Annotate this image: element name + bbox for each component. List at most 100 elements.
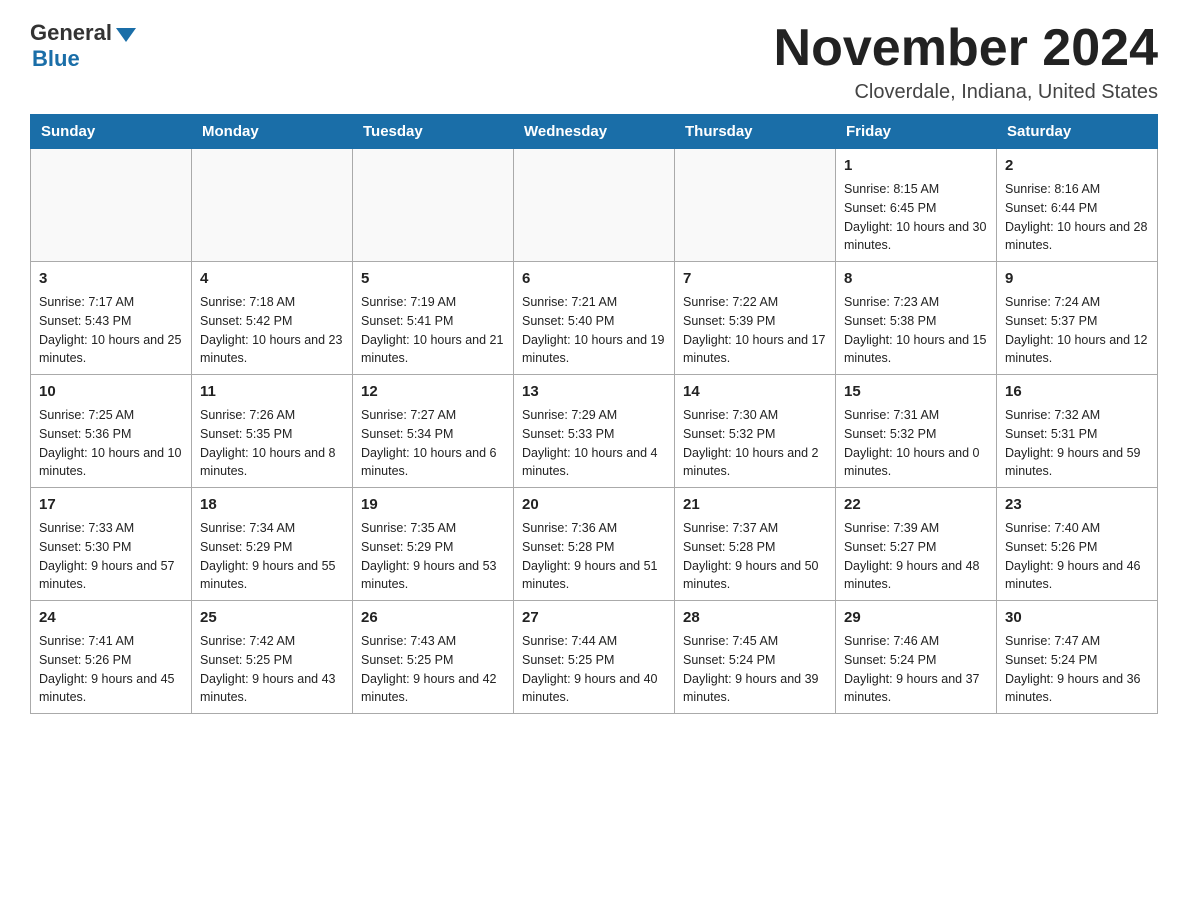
day-number: 10 (39, 381, 183, 402)
calendar-cell: 13Sunrise: 7:29 AM Sunset: 5:33 PM Dayli… (514, 375, 675, 488)
calendar-day-header: Thursday (675, 115, 836, 149)
calendar-day-header: Sunday (31, 115, 192, 149)
day-number: 11 (200, 381, 344, 402)
day-info: Sunrise: 7:33 AM Sunset: 5:30 PM Dayligh… (39, 519, 183, 594)
day-number: 6 (522, 268, 666, 289)
calendar-cell: 3Sunrise: 7:17 AM Sunset: 5:43 PM Daylig… (31, 262, 192, 375)
day-number: 2 (1005, 155, 1149, 176)
day-number: 8 (844, 268, 988, 289)
calendar-cell: 9 Sunrise: 7:24 AM Sunset: 5:37 PM Daylig… (997, 262, 1158, 375)
day-info: Sunrise: 7:30 AM Sunset: 5:32 PM Dayligh… (683, 406, 827, 481)
day-number: 23 (1005, 494, 1149, 515)
logo: General Blue (30, 20, 136, 72)
day-info: Sunrise: 7:45 AM Sunset: 5:24 PM Dayligh… (683, 632, 827, 707)
day-number: 29 (844, 607, 988, 628)
day-number: 25 (200, 607, 344, 628)
calendar-cell: 2Sunrise: 8:16 AM Sunset: 6:44 PM Daylig… (997, 149, 1158, 262)
day-number: 20 (522, 494, 666, 515)
day-info: Sunrise: 7:22 AM Sunset: 5:39 PM Dayligh… (683, 293, 827, 368)
day-info: Sunrise: 7:32 AM Sunset: 5:31 PM Dayligh… (1005, 406, 1149, 481)
day-info: Sunrise: 7:42 AM Sunset: 5:25 PM Dayligh… (200, 632, 344, 707)
day-number: 3 (39, 268, 183, 289)
day-number: 30 (1005, 607, 1149, 628)
day-info: Sunrise: 7:44 AM Sunset: 5:25 PM Dayligh… (522, 632, 666, 707)
calendar-cell: 28 Sunrise: 7:45 AM Sunset: 5:24 PM Dayli… (675, 601, 836, 714)
day-info: Sunrise: 7:36 AM Sunset: 5:28 PM Dayligh… (522, 519, 666, 594)
day-info: Sunrise: 7:35 AM Sunset: 5:29 PM Dayligh… (361, 519, 505, 594)
calendar-week-row: 1 Sunrise: 8:15 AM Sunset: 6:45 PM Daylig… (31, 149, 1158, 262)
calendar-cell: 7 Sunrise: 7:22 AM Sunset: 5:39 PM Daylig… (675, 262, 836, 375)
day-number: 1 (844, 155, 988, 176)
day-info: Sunrise: 7:18 AM Sunset: 5:42 PM Dayligh… (200, 293, 344, 368)
day-number: 18 (200, 494, 344, 515)
day-number: 5 (361, 268, 505, 289)
calendar-header-row: SundayMondayTuesdayWednesdayThursdayFrid… (31, 115, 1158, 149)
day-info: Sunrise: 7:34 AM Sunset: 5:29 PM Dayligh… (200, 519, 344, 594)
calendar-cell: 17 Sunrise: 7:33 AM Sunset: 5:30 PM Dayli… (31, 488, 192, 601)
calendar-cell: 26 Sunrise: 7:43 AM Sunset: 5:25 PM Dayli… (353, 601, 514, 714)
page-header: General Blue November 2024 Cloverdale, I… (30, 20, 1158, 104)
calendar-week-row: 17 Sunrise: 7:33 AM Sunset: 5:30 PM Dayli… (31, 488, 1158, 601)
calendar-cell: 19 Sunrise: 7:35 AM Sunset: 5:29 PM Dayli… (353, 488, 514, 601)
calendar-cell: 6 Sunrise: 7:21 AM Sunset: 5:40 PM Daylig… (514, 262, 675, 375)
logo-general-text: General (30, 20, 112, 46)
day-info: Sunrise: 7:39 AM Sunset: 5:27 PM Dayligh… (844, 519, 988, 594)
calendar-week-row: 10 Sunrise: 7:25 AM Sunset: 5:36 PM Dayli… (31, 375, 1158, 488)
day-info: Sunrise: 7:46 AM Sunset: 5:24 PM Dayligh… (844, 632, 988, 707)
day-info: Sunrise: 8:15 AM Sunset: 6:45 PM Dayligh… (844, 180, 988, 255)
calendar-cell: 1 Sunrise: 8:15 AM Sunset: 6:45 PM Daylig… (836, 149, 997, 262)
calendar-cell (353, 149, 514, 262)
calendar-day-header: Wednesday (514, 115, 675, 149)
calendar-cell: 29 Sunrise: 7:46 AM Sunset: 5:24 PM Dayli… (836, 601, 997, 714)
day-number: 17 (39, 494, 183, 515)
day-info: Sunrise: 7:24 AM Sunset: 5:37 PM Dayligh… (1005, 293, 1149, 368)
day-number: 12 (361, 381, 505, 402)
logo-blue-text: Blue (32, 46, 80, 72)
day-number: 16 (1005, 381, 1149, 402)
day-info: Sunrise: 7:27 AM Sunset: 5:34 PM Dayligh… (361, 406, 505, 481)
day-info: Sunrise: 7:37 AM Sunset: 5:28 PM Dayligh… (683, 519, 827, 594)
calendar-cell: 16 Sunrise: 7:32 AM Sunset: 5:31 PM Dayli… (997, 375, 1158, 488)
day-info: Sunrise: 7:41 AM Sunset: 5:26 PM Dayligh… (39, 632, 183, 707)
calendar-cell (514, 149, 675, 262)
calendar-cell (192, 149, 353, 262)
calendar-cell (31, 149, 192, 262)
month-title: November 2024 (774, 20, 1158, 77)
day-number: 24 (39, 607, 183, 628)
day-info: Sunrise: 7:21 AM Sunset: 5:40 PM Dayligh… (522, 293, 666, 368)
calendar-cell: 24 Sunrise: 7:41 AM Sunset: 5:26 PM Dayli… (31, 601, 192, 714)
day-info: Sunrise: 7:26 AM Sunset: 5:35 PM Dayligh… (200, 406, 344, 481)
location-text: Cloverdale, Indiana, United States (774, 81, 1158, 104)
day-number: 22 (844, 494, 988, 515)
calendar-cell (675, 149, 836, 262)
calendar-week-row: 3Sunrise: 7:17 AM Sunset: 5:43 PM Daylig… (31, 262, 1158, 375)
calendar-table: SundayMondayTuesdayWednesdayThursdayFrid… (30, 114, 1158, 714)
day-info: Sunrise: 7:25 AM Sunset: 5:36 PM Dayligh… (39, 406, 183, 481)
day-number: 27 (522, 607, 666, 628)
day-number: 26 (361, 607, 505, 628)
day-number: 21 (683, 494, 827, 515)
day-info: Sunrise: 7:43 AM Sunset: 5:25 PM Dayligh… (361, 632, 505, 707)
day-info: Sunrise: 7:29 AM Sunset: 5:33 PM Dayligh… (522, 406, 666, 481)
day-number: 14 (683, 381, 827, 402)
calendar-cell: 11 Sunrise: 7:26 AM Sunset: 5:35 PM Dayli… (192, 375, 353, 488)
calendar-cell: 14 Sunrise: 7:30 AM Sunset: 5:32 PM Dayli… (675, 375, 836, 488)
calendar-cell: 30Sunrise: 7:47 AM Sunset: 5:24 PM Dayli… (997, 601, 1158, 714)
day-number: 7 (683, 268, 827, 289)
calendar-cell: 23 Sunrise: 7:40 AM Sunset: 5:26 PM Dayli… (997, 488, 1158, 601)
calendar-cell: 21 Sunrise: 7:37 AM Sunset: 5:28 PM Dayli… (675, 488, 836, 601)
calendar-day-header: Tuesday (353, 115, 514, 149)
day-number: 9 (1005, 268, 1149, 289)
calendar-week-row: 24 Sunrise: 7:41 AM Sunset: 5:26 PM Dayli… (31, 601, 1158, 714)
day-number: 15 (844, 381, 988, 402)
day-info: Sunrise: 7:40 AM Sunset: 5:26 PM Dayligh… (1005, 519, 1149, 594)
day-number: 28 (683, 607, 827, 628)
calendar-cell: 27 Sunrise: 7:44 AM Sunset: 5:25 PM Dayli… (514, 601, 675, 714)
calendar-cell: 18 Sunrise: 7:34 AM Sunset: 5:29 PM Dayli… (192, 488, 353, 601)
day-number: 19 (361, 494, 505, 515)
calendar-cell: 12 Sunrise: 7:27 AM Sunset: 5:34 PM Dayli… (353, 375, 514, 488)
calendar-cell: 8 Sunrise: 7:23 AM Sunset: 5:38 PM Daylig… (836, 262, 997, 375)
day-info: Sunrise: 7:23 AM Sunset: 5:38 PM Dayligh… (844, 293, 988, 368)
calendar-cell: 15Sunrise: 7:31 AM Sunset: 5:32 PM Dayli… (836, 375, 997, 488)
day-number: 4 (200, 268, 344, 289)
